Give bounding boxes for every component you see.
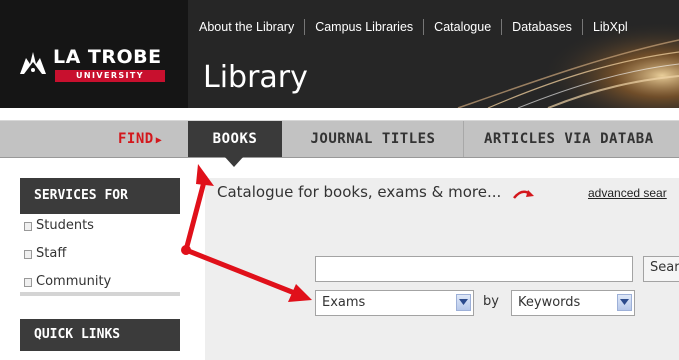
university-crest-icon — [20, 52, 46, 74]
sidebar-item-label: Community — [36, 274, 112, 289]
search-scope-select[interactable]: Exams — [315, 290, 474, 316]
chevron-down-icon[interactable] — [456, 294, 471, 311]
top-link-catalogue[interactable]: Catalogue — [424, 19, 503, 35]
bullet-icon — [24, 221, 32, 231]
quick-links-heading: QUICK LINKS — [20, 319, 180, 351]
search-scope-value: Exams — [322, 295, 366, 310]
top-link-campus-libraries[interactable]: Campus Libraries — [305, 19, 425, 35]
sidebar-item-students[interactable]: Students — [20, 214, 180, 238]
catalogue-search-input[interactable] — [315, 256, 633, 282]
sidebar-item-community[interactable]: Community — [20, 270, 180, 294]
top-link-libxplore[interactable]: LibXpl — [583, 19, 638, 35]
logo-wordmark: LA TROBE — [53, 46, 162, 68]
active-tab-pointer-icon — [224, 156, 244, 167]
catalogue-heading: Catalogue for books, exams & more... — [217, 183, 538, 201]
by-label: by — [483, 294, 499, 309]
bullet-icon — [24, 277, 32, 287]
top-link-about[interactable]: About the Library — [188, 19, 306, 35]
sidebar-item-label: Staff — [36, 246, 67, 261]
tab-journal-titles[interactable]: JOURNAL TITLES — [283, 121, 464, 157]
top-link-databases[interactable]: Databases — [502, 19, 583, 35]
sidebar-item-staff[interactable]: Staff — [20, 242, 180, 266]
advanced-search-link[interactable]: advanced sear — [588, 186, 667, 200]
sidebar-divider — [20, 292, 180, 296]
curved-arrow-icon — [513, 189, 535, 199]
services-for-heading: SERVICES FOR — [20, 178, 180, 214]
annotation-origin-dot — [181, 245, 191, 255]
tab-books[interactable]: BOOKS — [188, 121, 282, 157]
tab-articles-via-databases[interactable]: ARTICLES VIA DATABA — [464, 121, 679, 157]
find-label-text: FIND — [118, 131, 154, 147]
chevron-down-icon[interactable] — [617, 294, 632, 311]
sidebar-item-label: Students — [36, 218, 94, 233]
logo-subtitle: UNIVERSITY — [55, 70, 165, 82]
site-title: Library — [203, 60, 308, 95]
search-button[interactable]: Sear — [643, 256, 679, 282]
search-field-select[interactable]: Keywords — [511, 290, 635, 316]
triangle-right-icon: ▶ — [155, 135, 163, 146]
catalogue-heading-text: Catalogue for books, exams & more... — [217, 183, 502, 201]
search-field-value: Keywords — [518, 295, 581, 310]
find-label: FIND ▶ — [118, 131, 162, 147]
top-navigation: About the Library Campus Libraries Catal… — [188, 14, 638, 40]
bullet-icon — [24, 249, 32, 259]
